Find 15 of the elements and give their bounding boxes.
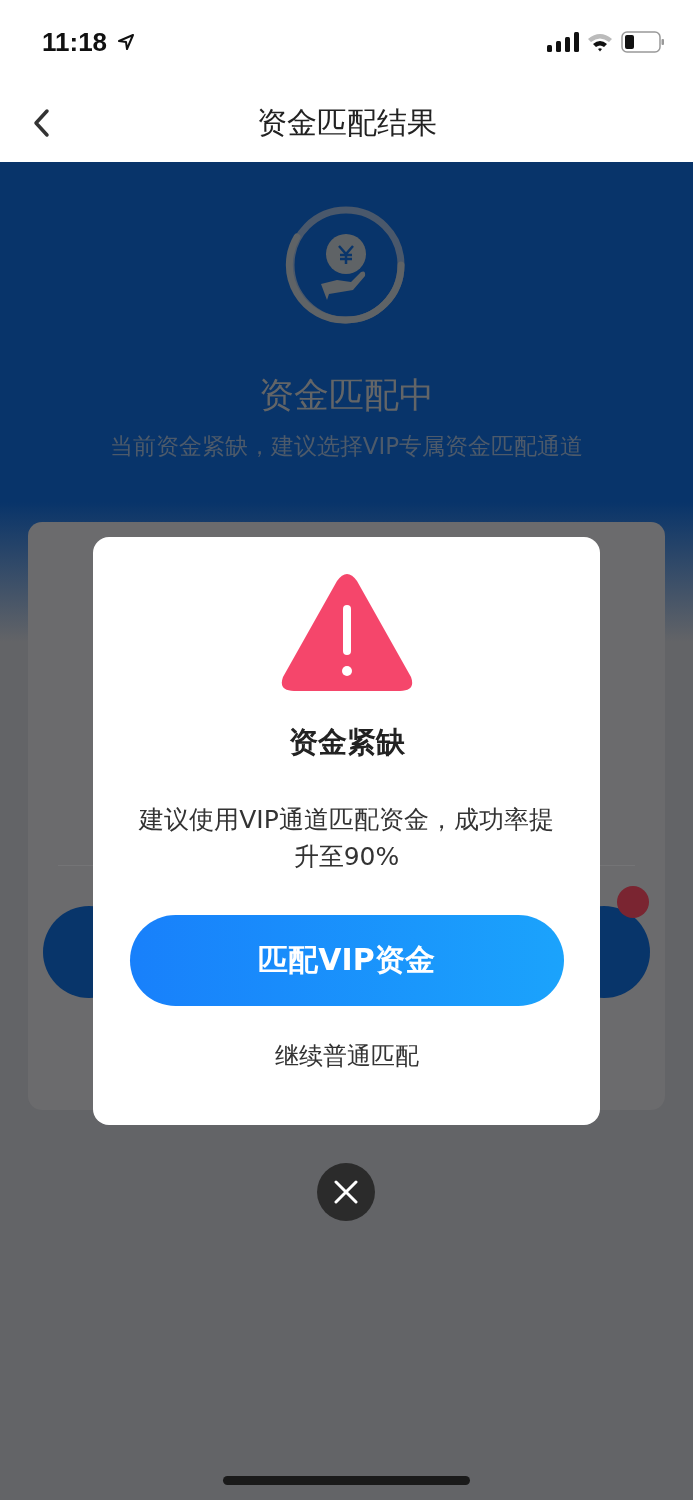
- continue-link[interactable]: 继续普通匹配: [274, 1040, 419, 1072]
- signal-icon: [547, 32, 579, 52]
- dialog-message: 建议使用VIP通道匹配资金，成功率提升至90%: [138, 804, 555, 873]
- badge: [617, 886, 649, 918]
- page-title: 资金匹配结果: [256, 103, 437, 142]
- matching-subtitle: 当前资金紧缺，建议选择VIP专属资金匹配通道: [109, 432, 584, 461]
- status-time: 11:18: [42, 26, 108, 58]
- location-arrow-icon: [117, 33, 136, 51]
- dialog-title: 资金紧缺: [288, 724, 405, 761]
- warning-icon: [279, 573, 414, 693]
- wifi-icon: [587, 32, 613, 52]
- battery-icon: [621, 31, 665, 53]
- back-icon[interactable]: [32, 108, 50, 138]
- matching-title: 资金匹配中: [259, 374, 434, 417]
- close-icon: [334, 1180, 358, 1204]
